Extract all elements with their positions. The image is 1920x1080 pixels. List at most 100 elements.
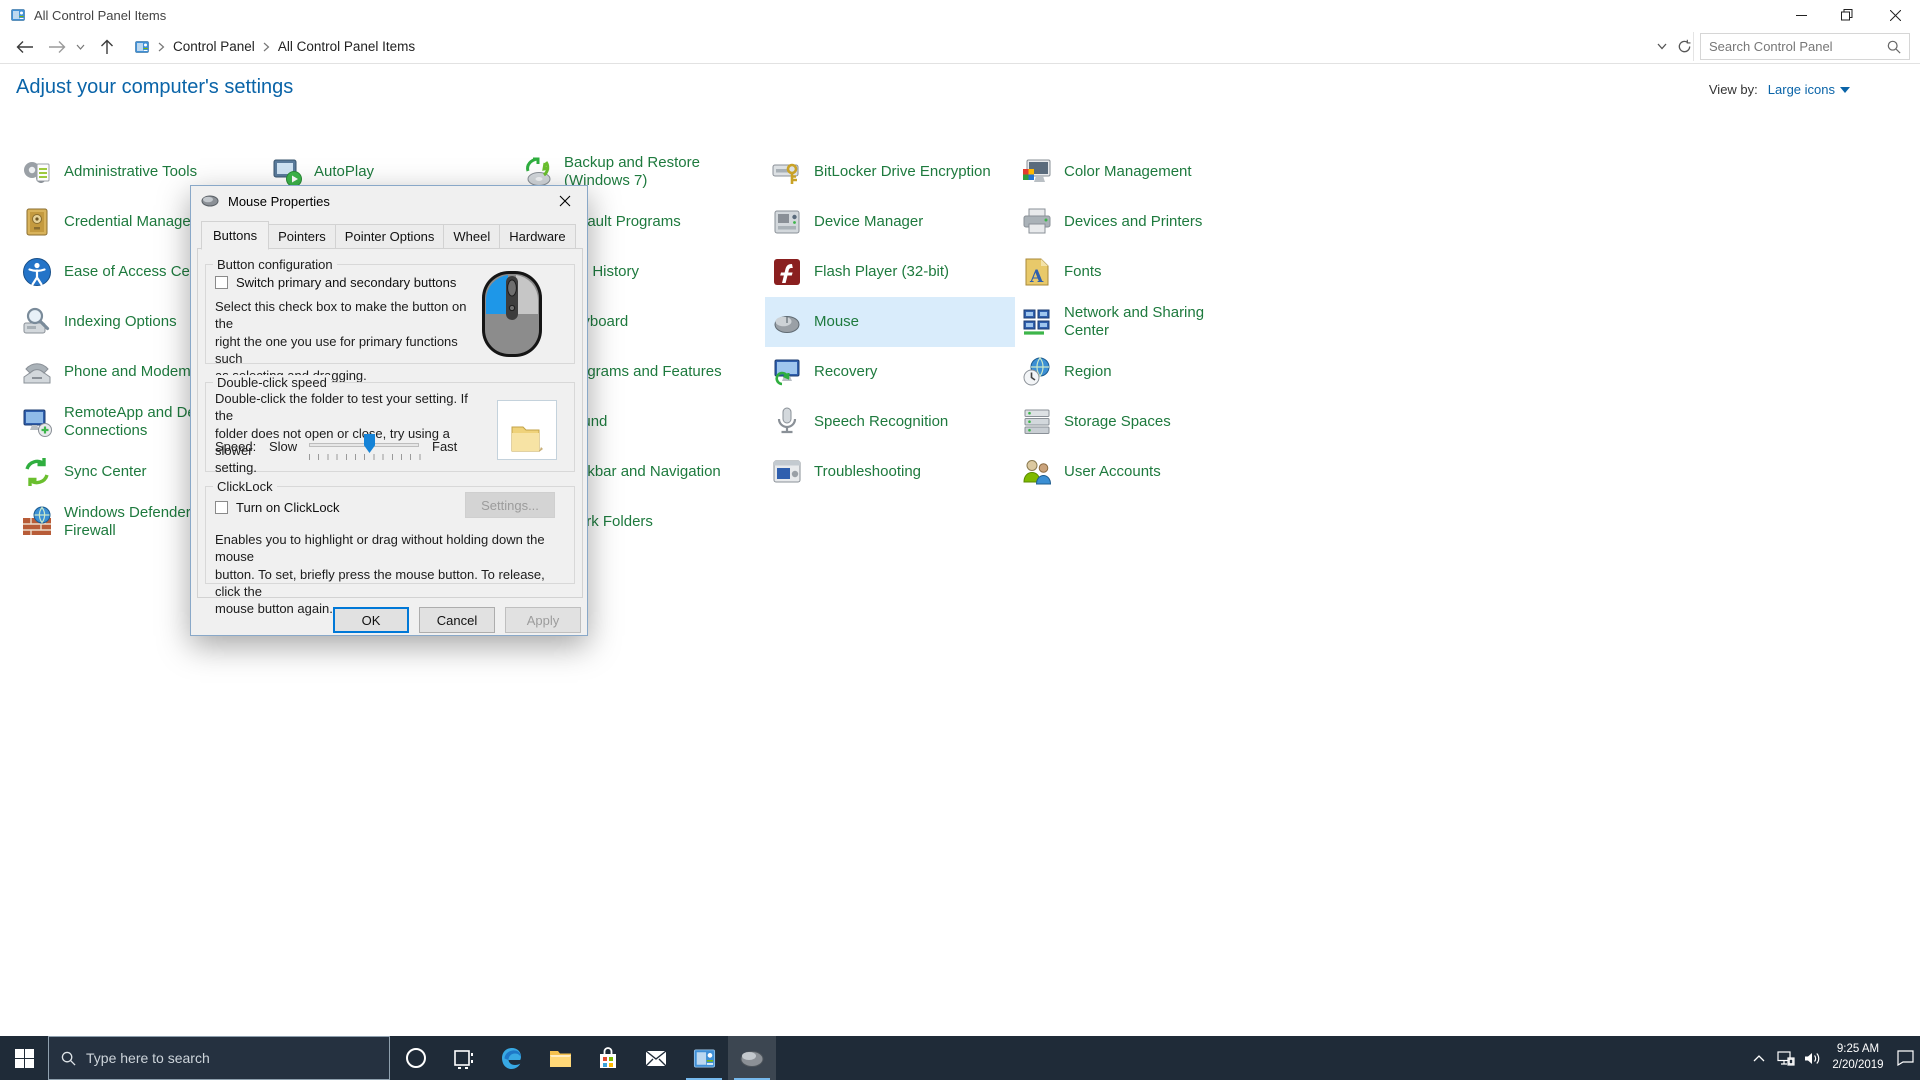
search-icon	[61, 1051, 76, 1066]
turn-on-clicklock-row[interactable]: Turn on ClickLock	[215, 500, 340, 515]
cp-item-label: Fonts	[1064, 263, 1259, 281]
back-button[interactable]	[12, 40, 38, 54]
control-panel-button[interactable]	[680, 1036, 728, 1080]
taskbar: Type here to search The Collection Book …	[0, 1036, 1920, 1080]
edge-icon	[499, 1045, 525, 1071]
start-button[interactable]	[0, 1036, 48, 1080]
mouse-properties-dialog: Mouse Properties ButtonsPointersPointer …	[190, 185, 588, 636]
cp-item-label: Administrative Tools	[64, 163, 259, 181]
turn-on-clicklock-label: Turn on ClickLock	[236, 500, 340, 515]
cp-item-network-and-sharing[interactable]: Network and Sharing Center	[1015, 297, 1265, 347]
close-button[interactable]	[1870, 0, 1920, 30]
cp-item-recovery[interactable]: Recovery	[765, 347, 1015, 397]
tab-wheel[interactable]: Wheel	[443, 224, 500, 249]
page-title: Adjust your computer's settings	[16, 76, 293, 99]
tab-pointer-options[interactable]: Pointer Options	[335, 224, 445, 249]
action-center-icon[interactable]	[1890, 1036, 1920, 1080]
search-icon[interactable]	[1887, 40, 1901, 54]
cp-item-label: Region	[1064, 363, 1259, 381]
edge-button[interactable]	[488, 1036, 536, 1080]
cp-item-fonts[interactable]: A Fonts	[1015, 247, 1265, 297]
cancel-button[interactable]: Cancel	[419, 607, 495, 633]
address-dropdown-chevron[interactable]	[1657, 43, 1667, 50]
switch-buttons-checkbox[interactable]	[215, 276, 228, 289]
breadcrumb-all-control-panel-items[interactable]: All Control Panel Items	[278, 39, 415, 54]
mouse-icon	[201, 195, 219, 207]
cp-item-color-management[interactable]: Color Management	[1015, 147, 1265, 197]
cp-item-troubleshooting[interactable]: Troubleshooting	[765, 447, 1015, 497]
turn-on-clicklock-checkbox[interactable]	[215, 501, 228, 514]
forward-button[interactable]	[44, 40, 70, 54]
clicklock-settings-button[interactable]: Settings...	[465, 492, 555, 518]
tab-buttons[interactable]: Buttons	[201, 221, 269, 250]
tray-expand-chevron-icon[interactable]	[1745, 1036, 1772, 1080]
tab-hardware[interactable]: Hardware	[499, 224, 575, 249]
cp-item-label: Default Programs	[564, 213, 759, 231]
device-manager-icon	[771, 206, 803, 238]
search-control-panel-box[interactable]: Search Control Panel	[1700, 33, 1910, 60]
region-icon	[1021, 356, 1053, 388]
speed-label: Speed:	[215, 438, 256, 455]
network-icon[interactable]	[1772, 1036, 1799, 1080]
view-by-dropdown[interactable]: Large icons	[1768, 82, 1850, 97]
taskbar-clock[interactable]: 9:25 AM 2/20/2019	[1826, 1042, 1890, 1073]
task-view-button[interactable]	[440, 1036, 488, 1080]
mail-icon	[644, 1046, 668, 1070]
dialog-tabs: ButtonsPointersPointer OptionsWheelHardw…	[201, 222, 575, 249]
cp-item-label: Color Management	[1064, 163, 1259, 181]
cp-item-flash-player-32-bit[interactable]: Flash Player (32-bit)	[765, 247, 1015, 297]
switch-buttons-checkbox-row[interactable]: Switch primary and secondary buttons	[215, 275, 456, 290]
cortana-button[interactable]	[392, 1036, 440, 1080]
speed-slider-ticks	[309, 454, 421, 460]
flash-player-icon	[771, 256, 803, 288]
cp-item-user-accounts[interactable]: User Accounts	[1015, 447, 1265, 497]
autoplay-icon	[271, 156, 303, 188]
test-folder-icon[interactable]	[509, 423, 545, 453]
cp-item-region[interactable]: Region	[1015, 347, 1265, 397]
cp-item-label: Speech Recognition	[814, 413, 1009, 431]
cp-item-label: Network and Sharing Center	[1064, 304, 1259, 341]
address-bar: Control Panel All Control Panel Items Se…	[0, 30, 1920, 64]
dialog-titlebar[interactable]: Mouse Properties	[191, 186, 587, 216]
minimize-button[interactable]	[1778, 0, 1824, 30]
store-button[interactable]	[584, 1036, 632, 1080]
refresh-icon[interactable]	[1677, 39, 1692, 54]
taskbar-search-box[interactable]: Type here to search	[48, 1036, 390, 1080]
sync-center-icon	[21, 456, 53, 488]
double-click-test-area[interactable]	[497, 400, 557, 460]
cp-item-devices-and-printers[interactable]: Devices and Printers	[1015, 197, 1265, 247]
apply-button[interactable]: Apply	[505, 607, 581, 633]
mail-button[interactable]	[632, 1036, 680, 1080]
mouse-properties-button[interactable]	[728, 1036, 776, 1080]
chevron-down-icon	[1840, 87, 1850, 93]
cp-item-storage-spaces[interactable]: Storage Spaces	[1015, 397, 1265, 447]
cp-item-speech-recognition[interactable]: Speech Recognition	[765, 397, 1015, 447]
breadcrumb-control-panel[interactable]: Control Panel	[173, 39, 255, 54]
cp-item-bitlocker-drive-encryption[interactable]: BitLocker Drive Encryption	[765, 147, 1015, 197]
breadcrumb-control-panel-icon	[134, 39, 150, 55]
cp-item-label: Troubleshooting	[814, 463, 1009, 481]
admin-tools-icon	[21, 156, 53, 188]
cp-item-device-manager[interactable]: Device Manager	[765, 197, 1015, 247]
up-button[interactable]	[94, 39, 120, 55]
defender-firewall-icon	[21, 506, 53, 538]
dialog-close-icon[interactable]	[542, 186, 587, 216]
indexing-options-icon	[21, 306, 53, 338]
file-explorer-button[interactable]	[536, 1036, 584, 1080]
recent-locations-chevron[interactable]	[72, 44, 88, 50]
button-configuration-description: Select this check box to make the button…	[215, 298, 467, 384]
credential-manager-icon	[21, 206, 53, 238]
mouse-app-icon	[739, 1048, 765, 1068]
restore-button[interactable]	[1824, 0, 1870, 30]
cp-item-mouse[interactable]: Mouse	[765, 297, 1015, 347]
cp-item-label: Storage Spaces	[1064, 413, 1259, 431]
cp-item-label: Work Folders	[564, 513, 759, 531]
file-explorer-icon	[548, 1046, 573, 1071]
volume-icon[interactable]	[1799, 1036, 1826, 1080]
tab-pointers[interactable]: Pointers	[268, 224, 336, 249]
fonts-icon: A	[1021, 256, 1053, 288]
window-title: All Control Panel Items	[34, 8, 166, 23]
cp-item-label: Programs and Features	[564, 363, 759, 381]
ok-button[interactable]: OK	[333, 607, 409, 633]
chevron-right-icon	[263, 42, 270, 52]
